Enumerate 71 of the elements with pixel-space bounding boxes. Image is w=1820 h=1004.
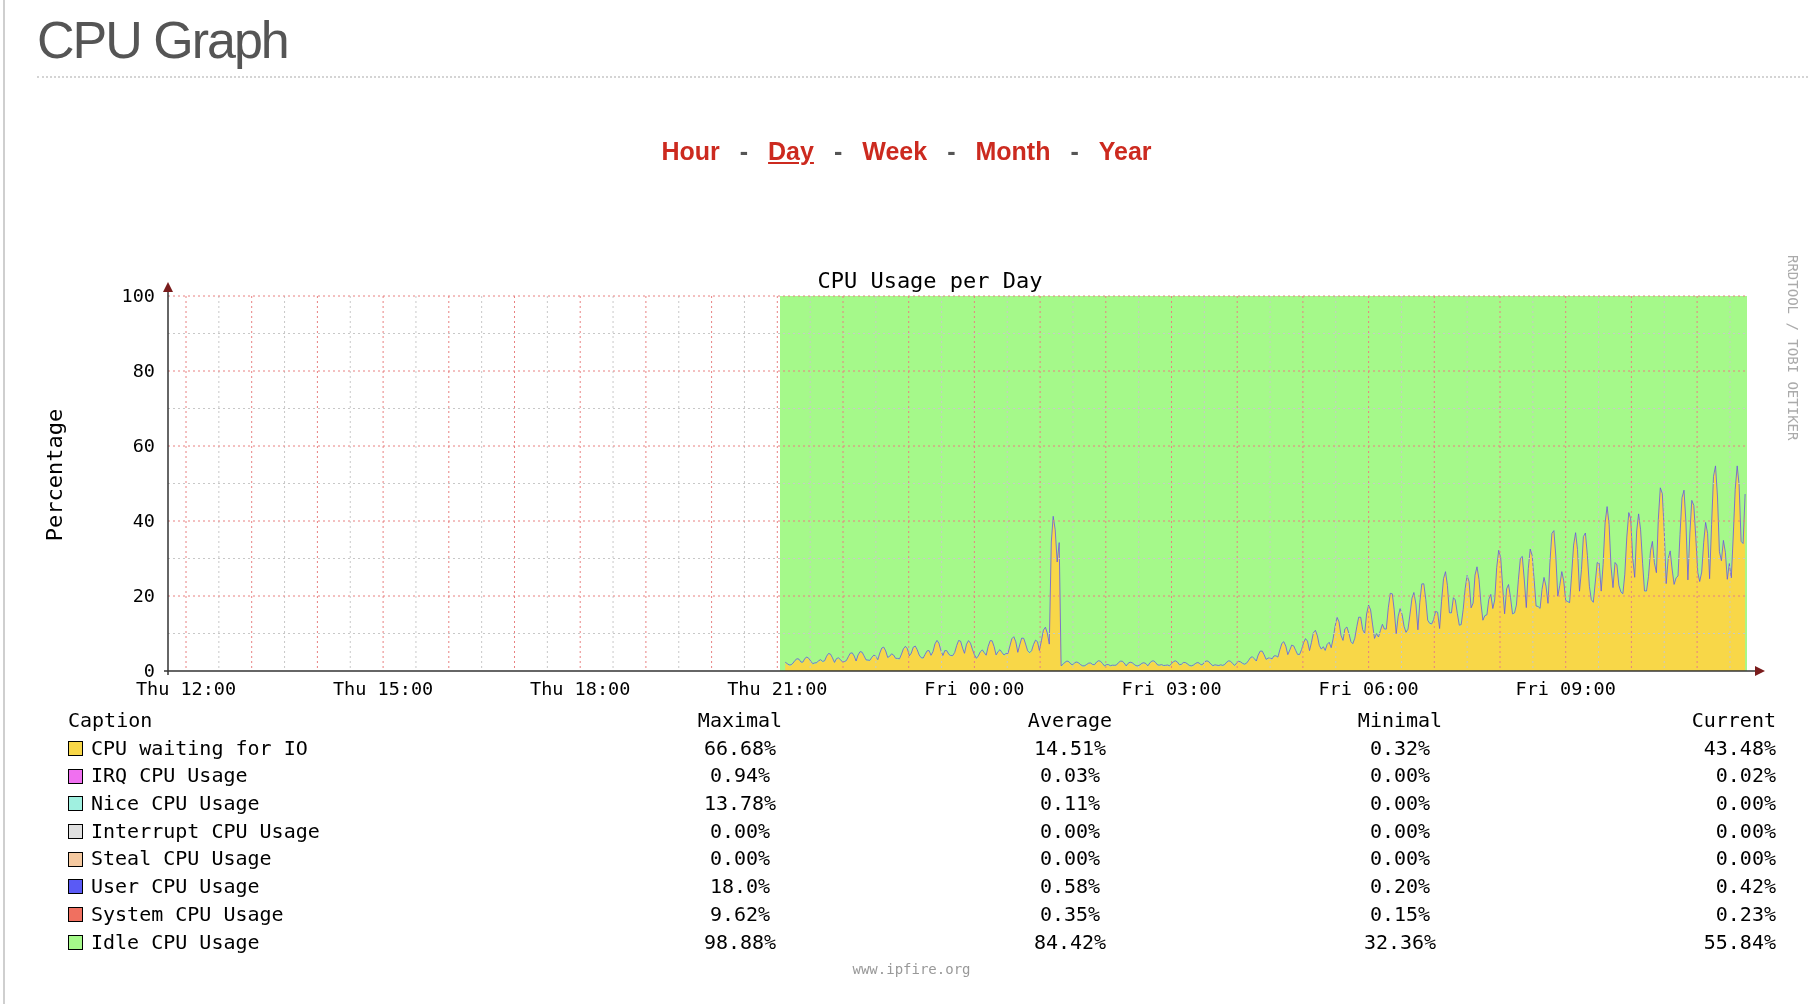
column-header: Current	[1690, 707, 1776, 734]
table-cell-text: 13.78%	[702, 790, 778, 818]
separator: -	[1070, 136, 1079, 167]
y-tick-label: 0	[143, 660, 155, 681]
table-cell-text: 18.0%	[708, 873, 772, 901]
table-cell-text: 0.00%	[1368, 845, 1432, 873]
column-header: Average	[1026, 707, 1114, 734]
axis-title: Percentage	[42, 408, 67, 542]
y-tick-label: 60	[132, 435, 155, 456]
series-name: Nice CPU Usage	[91, 790, 260, 818]
series-name: Interrupt CPU Usage	[91, 817, 320, 845]
separator: -	[947, 136, 956, 167]
table-cell-text: 0.11%	[1038, 790, 1102, 818]
series-name: CPU waiting for IO	[91, 734, 308, 762]
table-cell-text: 32.36%	[1362, 928, 1438, 956]
x-tick-label: Fri 09:00	[1515, 678, 1616, 699]
x-tick-label: Fri 00:00	[924, 678, 1025, 699]
column-header: Caption	[68, 707, 154, 734]
x-tick-label: Fri 06:00	[1318, 678, 1419, 699]
series-name: Steal CPU Usage	[91, 845, 272, 873]
table-cell-text: 0.00%	[1368, 762, 1432, 790]
table-cell-text: 43.48%	[1702, 734, 1776, 762]
table-cell-text: 0.03%	[1038, 762, 1102, 790]
table-cell-text: 0.00%	[1038, 845, 1102, 873]
table-cell-text: 66.68%	[702, 734, 778, 762]
table-cell-text: 0.02%	[1714, 762, 1776, 790]
y-tick-label: 40	[132, 510, 155, 531]
period-link[interactable]: Month	[975, 135, 1051, 255]
series-name: User CPU Usage	[91, 873, 260, 901]
period-link[interactable]: Year	[1098, 135, 1152, 255]
table-cell-text: 14.51%	[1032, 734, 1108, 762]
x-tick-label: Thu 15:00	[333, 678, 434, 699]
table-cell-text: 0.20%	[1368, 873, 1432, 901]
table-cell-text: 0.23%	[1714, 900, 1776, 928]
y-tick-label: 80	[132, 360, 155, 381]
table-cell-text: 98.88%	[702, 928, 778, 956]
table-cell-text: 0.32%	[1368, 734, 1432, 762]
separator: -	[739, 136, 749, 167]
credit-text: RRDTOOL / TOBI OETIKER	[1785, 255, 1801, 441]
column-header: Maximal	[696, 707, 784, 734]
table-cell-text: 0.00%	[1714, 845, 1776, 873]
x-tick-label: Fri 03:00	[1121, 678, 1222, 699]
series-name: Idle CPU Usage	[91, 928, 260, 956]
period-link[interactable]: Week	[862, 135, 928, 255]
x-tick-label: Thu 21:00	[727, 678, 828, 699]
x-tick-label: Thu 18:00	[530, 678, 631, 699]
table-cell-text: 0.00%	[1038, 817, 1102, 845]
table-cell-text: 0.00%	[1714, 790, 1776, 818]
table-cell-text: 84.42%	[1032, 928, 1108, 956]
column-header: Minimal	[1356, 707, 1444, 734]
period-link[interactable]: Day	[768, 135, 814, 255]
table-cell-text: 0.00%	[1368, 790, 1432, 818]
series-name: IRQ CPU Usage	[91, 762, 248, 790]
series-name: System CPU Usage	[91, 900, 284, 928]
y-tick-label: 100	[121, 285, 155, 306]
graph-title: CPU Usage per Day	[817, 268, 1043, 293]
table-cell-text: 0.00%	[1368, 817, 1432, 845]
table-cell-text: 0.00%	[708, 817, 772, 845]
table-cell-text: 0.94%	[708, 762, 772, 790]
table-cell-text: 0.15%	[1368, 900, 1432, 928]
table-cell-text: 9.62%	[708, 900, 772, 928]
table-cell-text: 0.00%	[708, 845, 772, 873]
table-cell-text: 0.58%	[1038, 873, 1102, 901]
table-cell-text: 0.42%	[1714, 873, 1776, 901]
table-cell-text: 55.84%	[1702, 928, 1776, 956]
period-link[interactable]: Hour	[661, 135, 720, 255]
table-cell-text: 0.35%	[1038, 900, 1102, 928]
separator: -	[833, 136, 843, 167]
table-cell-text: 0.00%	[1714, 817, 1776, 845]
y-tick-label: 20	[132, 585, 155, 606]
x-tick-label: Thu 12:00	[135, 678, 237, 699]
